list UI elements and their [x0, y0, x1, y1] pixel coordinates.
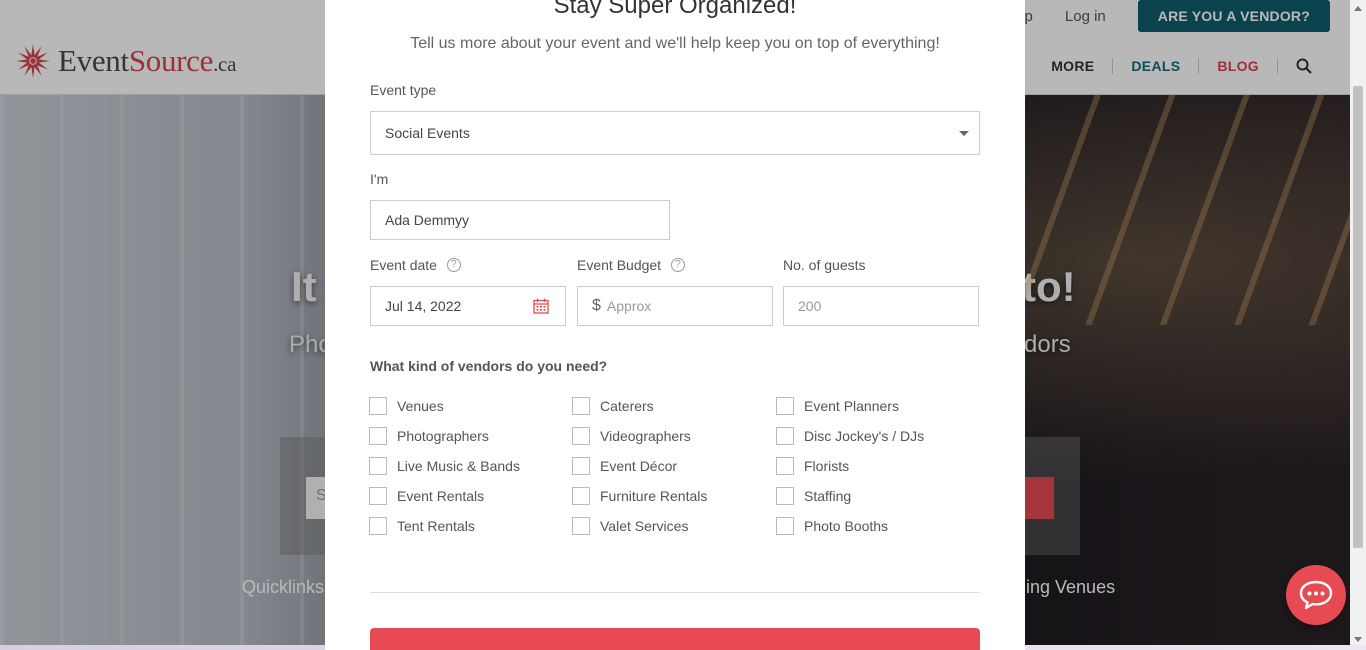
vendor-checkbox-videographers[interactable]: Videographers [572, 427, 691, 445]
checkbox[interactable] [369, 457, 387, 475]
checkbox[interactable] [369, 427, 387, 445]
vendor-checkbox-florists[interactable]: Florists [776, 457, 849, 475]
vendor-checkbox-event-rentals[interactable]: Event Rentals [369, 487, 484, 505]
vendor-checkbox-event-decor[interactable]: Event Décor [572, 457, 677, 475]
event-date-value: Jul 14, 2022 [385, 298, 462, 314]
vendor-checkbox-valet-services[interactable]: Valet Services [572, 517, 688, 535]
checkbox[interactable] [776, 457, 794, 475]
modal-subtitle: Tell us more about your event and we'll … [410, 35, 940, 52]
vendor-checkbox-staffing[interactable]: Staffing [776, 487, 851, 505]
vendor-checkbox-furniture-rentals[interactable]: Furniture Rentals [572, 487, 707, 505]
checkbox[interactable] [776, 427, 794, 445]
vendor-checkbox-venues[interactable]: Venues [369, 397, 444, 415]
chat-icon [1299, 580, 1333, 610]
checkbox[interactable] [369, 397, 387, 415]
checkbox[interactable] [369, 487, 387, 505]
guests-input[interactable]: 200 [783, 286, 979, 326]
event-type-select[interactable]: Social Events [370, 111, 980, 155]
help-icon[interactable]: ? [671, 258, 686, 272]
vendor-checkbox-caterers[interactable]: Caterers [572, 397, 654, 415]
event-budget-label: Event Budget? [577, 257, 686, 273]
scroll-up-arrow-icon[interactable] [1354, 6, 1362, 11]
chevron-down-icon [959, 131, 969, 136]
vendor-checkbox-photographers[interactable]: Photographers [369, 427, 489, 445]
modal-title: Stay Super Organized! [553, 0, 797, 19]
calendar-icon[interactable] [533, 298, 549, 314]
page-scrollbar[interactable] [1350, 0, 1366, 650]
checkbox[interactable] [776, 397, 794, 415]
checkbox[interactable] [572, 487, 590, 505]
im-value: Ada Demmyy [385, 212, 470, 228]
event-details-modal: Stay Super Organized! Tell us more about… [325, 0, 1025, 650]
event-budget-input[interactable]: $ Approx [577, 286, 773, 326]
submit-button[interactable] [370, 628, 980, 650]
chat-button[interactable] [1286, 565, 1346, 625]
event-budget-placeholder: Approx [606, 298, 652, 314]
guests-placeholder: 200 [798, 298, 822, 314]
checkbox[interactable] [369, 517, 387, 535]
im-input[interactable]: Ada Demmyy [370, 200, 670, 240]
checkbox[interactable] [572, 457, 590, 475]
guests-label: No. of guests [783, 257, 866, 273]
checkbox[interactable] [572, 517, 590, 535]
checkbox[interactable] [776, 487, 794, 505]
event-date-input[interactable]: Jul 14, 2022 [370, 286, 566, 326]
scroll-down-arrow-icon[interactable] [1354, 637, 1362, 642]
im-label: I'm [370, 171, 389, 187]
vendor-checkbox-photo-booths[interactable]: Photo Booths [776, 517, 888, 535]
help-icon[interactable]: ? [446, 258, 461, 272]
checkbox[interactable] [572, 427, 590, 445]
vendor-checkbox-live-music[interactable]: Live Music & Bands [369, 457, 520, 475]
vendors-question: What kind of vendors do you need? [370, 358, 608, 374]
vendor-checkbox-djs[interactable]: Disc Jockey's / DJs [776, 427, 924, 445]
modal-divider [370, 592, 980, 593]
checkbox[interactable] [572, 397, 590, 415]
event-date-label: Event date? [370, 257, 461, 273]
dollar-icon: $ [592, 297, 601, 314]
checkbox[interactable] [776, 517, 794, 535]
vendor-checkbox-event-planners[interactable]: Event Planners [776, 397, 899, 415]
event-type-label: Event type [370, 82, 437, 98]
scroll-thumb[interactable] [1353, 86, 1363, 548]
vendor-checkbox-tent-rentals[interactable]: Tent Rentals [369, 517, 475, 535]
event-type-value: Social Events [385, 125, 470, 141]
